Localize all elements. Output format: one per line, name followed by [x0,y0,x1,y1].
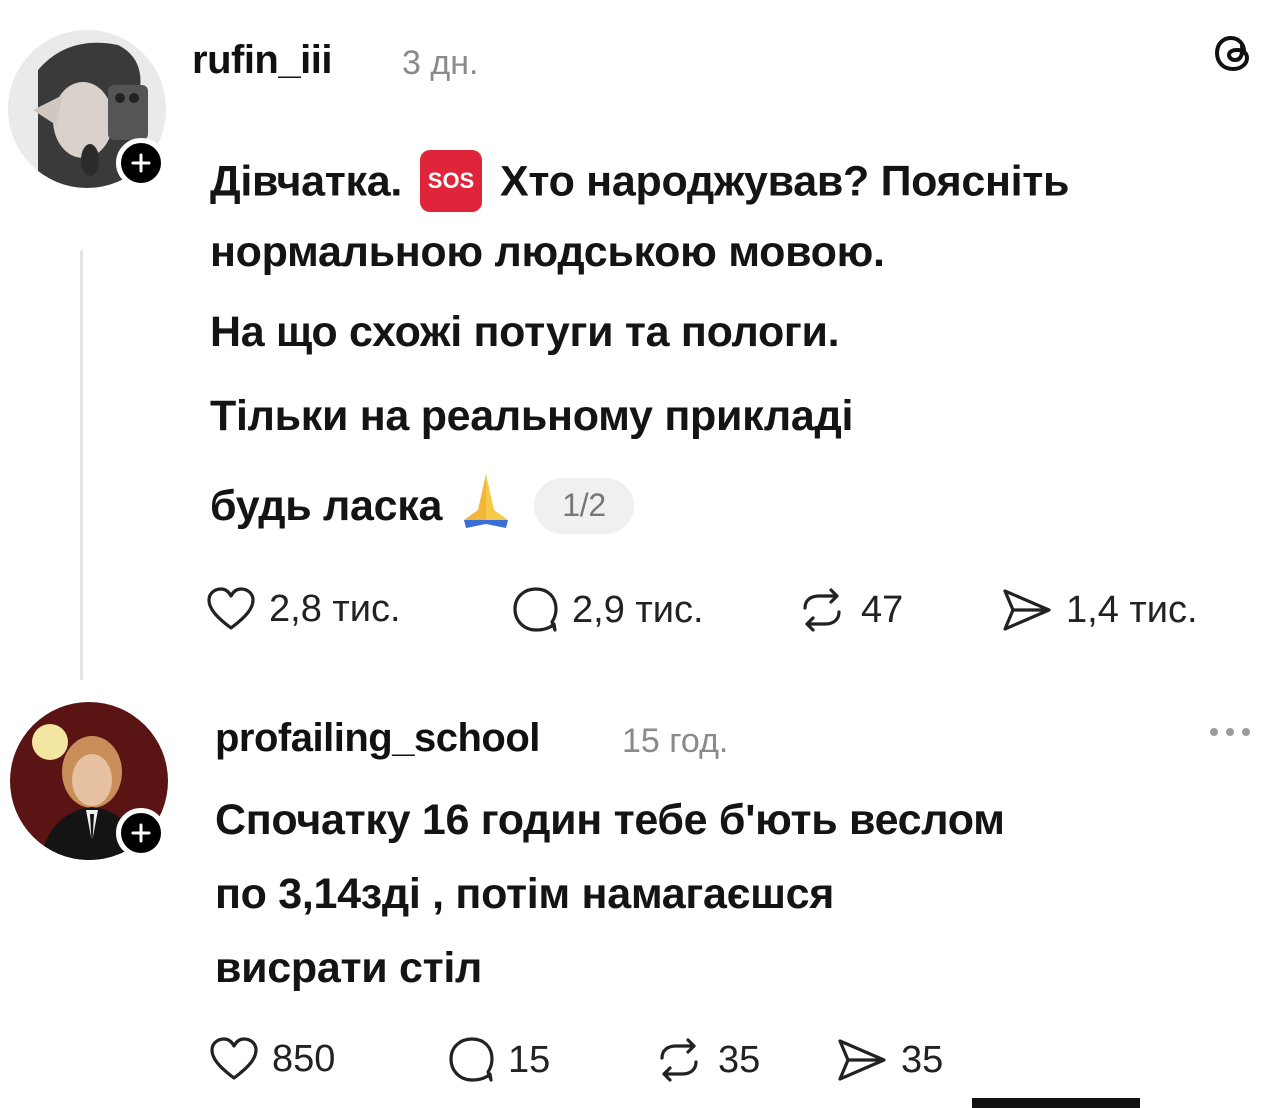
like-button[interactable]: 850 [208,1036,335,1082]
repost-count: 35 [718,1038,761,1081]
post-username[interactable]: rufin_iii [192,38,332,83]
repost-count: 47 [861,588,904,631]
reply-count: 15 [508,1038,551,1081]
sos-label: SOS [427,168,475,193]
reply-line-3: висрати стіл [215,944,483,992]
folded-hands-emoji-icon [456,470,516,541]
like-count: 2,8 тис. [269,587,401,630]
post-text-2: Хто народжував? Поясніть [500,157,1070,206]
post-line-1: Дівчатка. SOS Хто народжував? Поясніть [210,150,1069,218]
reply-username[interactable]: profailing_school [215,716,540,761]
heart-icon [207,587,255,630]
plus-icon [131,823,151,843]
bottom-bar [972,1098,1140,1108]
plus-icon [131,153,151,173]
reply-avatar-wrap[interactable] [10,702,168,860]
post-line-3: На що схожі потуги та пологи. [210,308,840,356]
comment-icon [449,1037,494,1082]
thread-connector [80,250,83,680]
reply-time: 15 год. [622,722,729,760]
reply-line-2: по 3,14зді , потім намагаєшся [215,870,835,918]
repost-button[interactable]: 35 [652,1036,760,1084]
heart-icon [210,1037,258,1080]
share-icon [838,1039,886,1081]
reply-button[interactable]: 15 [446,1036,550,1084]
like-count: 850 [272,1037,336,1080]
repost-icon [660,1038,698,1082]
follow-button[interactable] [116,808,166,858]
share-button[interactable]: 1,4 тис. [1000,586,1198,634]
repost-button[interactable]: 47 [795,586,903,634]
sos-emoji-icon: SOS [420,150,482,212]
repost-icon [803,588,841,632]
post-line-4: Тільки на реальному прикладі [210,392,854,440]
threads-logo-icon[interactable] [1208,28,1258,78]
follow-button[interactable] [116,138,166,188]
post-text-6: будь ласка [210,481,443,530]
post-text-1: Дівчатка. [210,157,402,206]
post-line-2: нормальною людською мовою. [210,228,885,276]
share-count: 35 [901,1038,944,1081]
share-count: 1,4 тис. [1066,588,1198,631]
comment-icon [513,587,558,632]
post-line-5: будь ласка 1/2 [210,470,635,547]
reply-button[interactable]: 2,9 тис. [510,586,704,634]
post-time: 3 дн. [402,44,479,82]
reply-count: 2,9 тис. [572,588,704,631]
share-icon [1003,589,1051,631]
like-button[interactable]: 2,8 тис. [205,586,401,632]
more-dots-icon[interactable] [1210,728,1250,736]
share-button[interactable]: 35 [835,1036,943,1084]
page-indicator[interactable]: 1/2 [534,477,635,534]
author-avatar-wrap[interactable] [8,30,166,188]
reply-line-1: Спочатку 16 годин тебе б'ють веслом [215,796,1005,844]
